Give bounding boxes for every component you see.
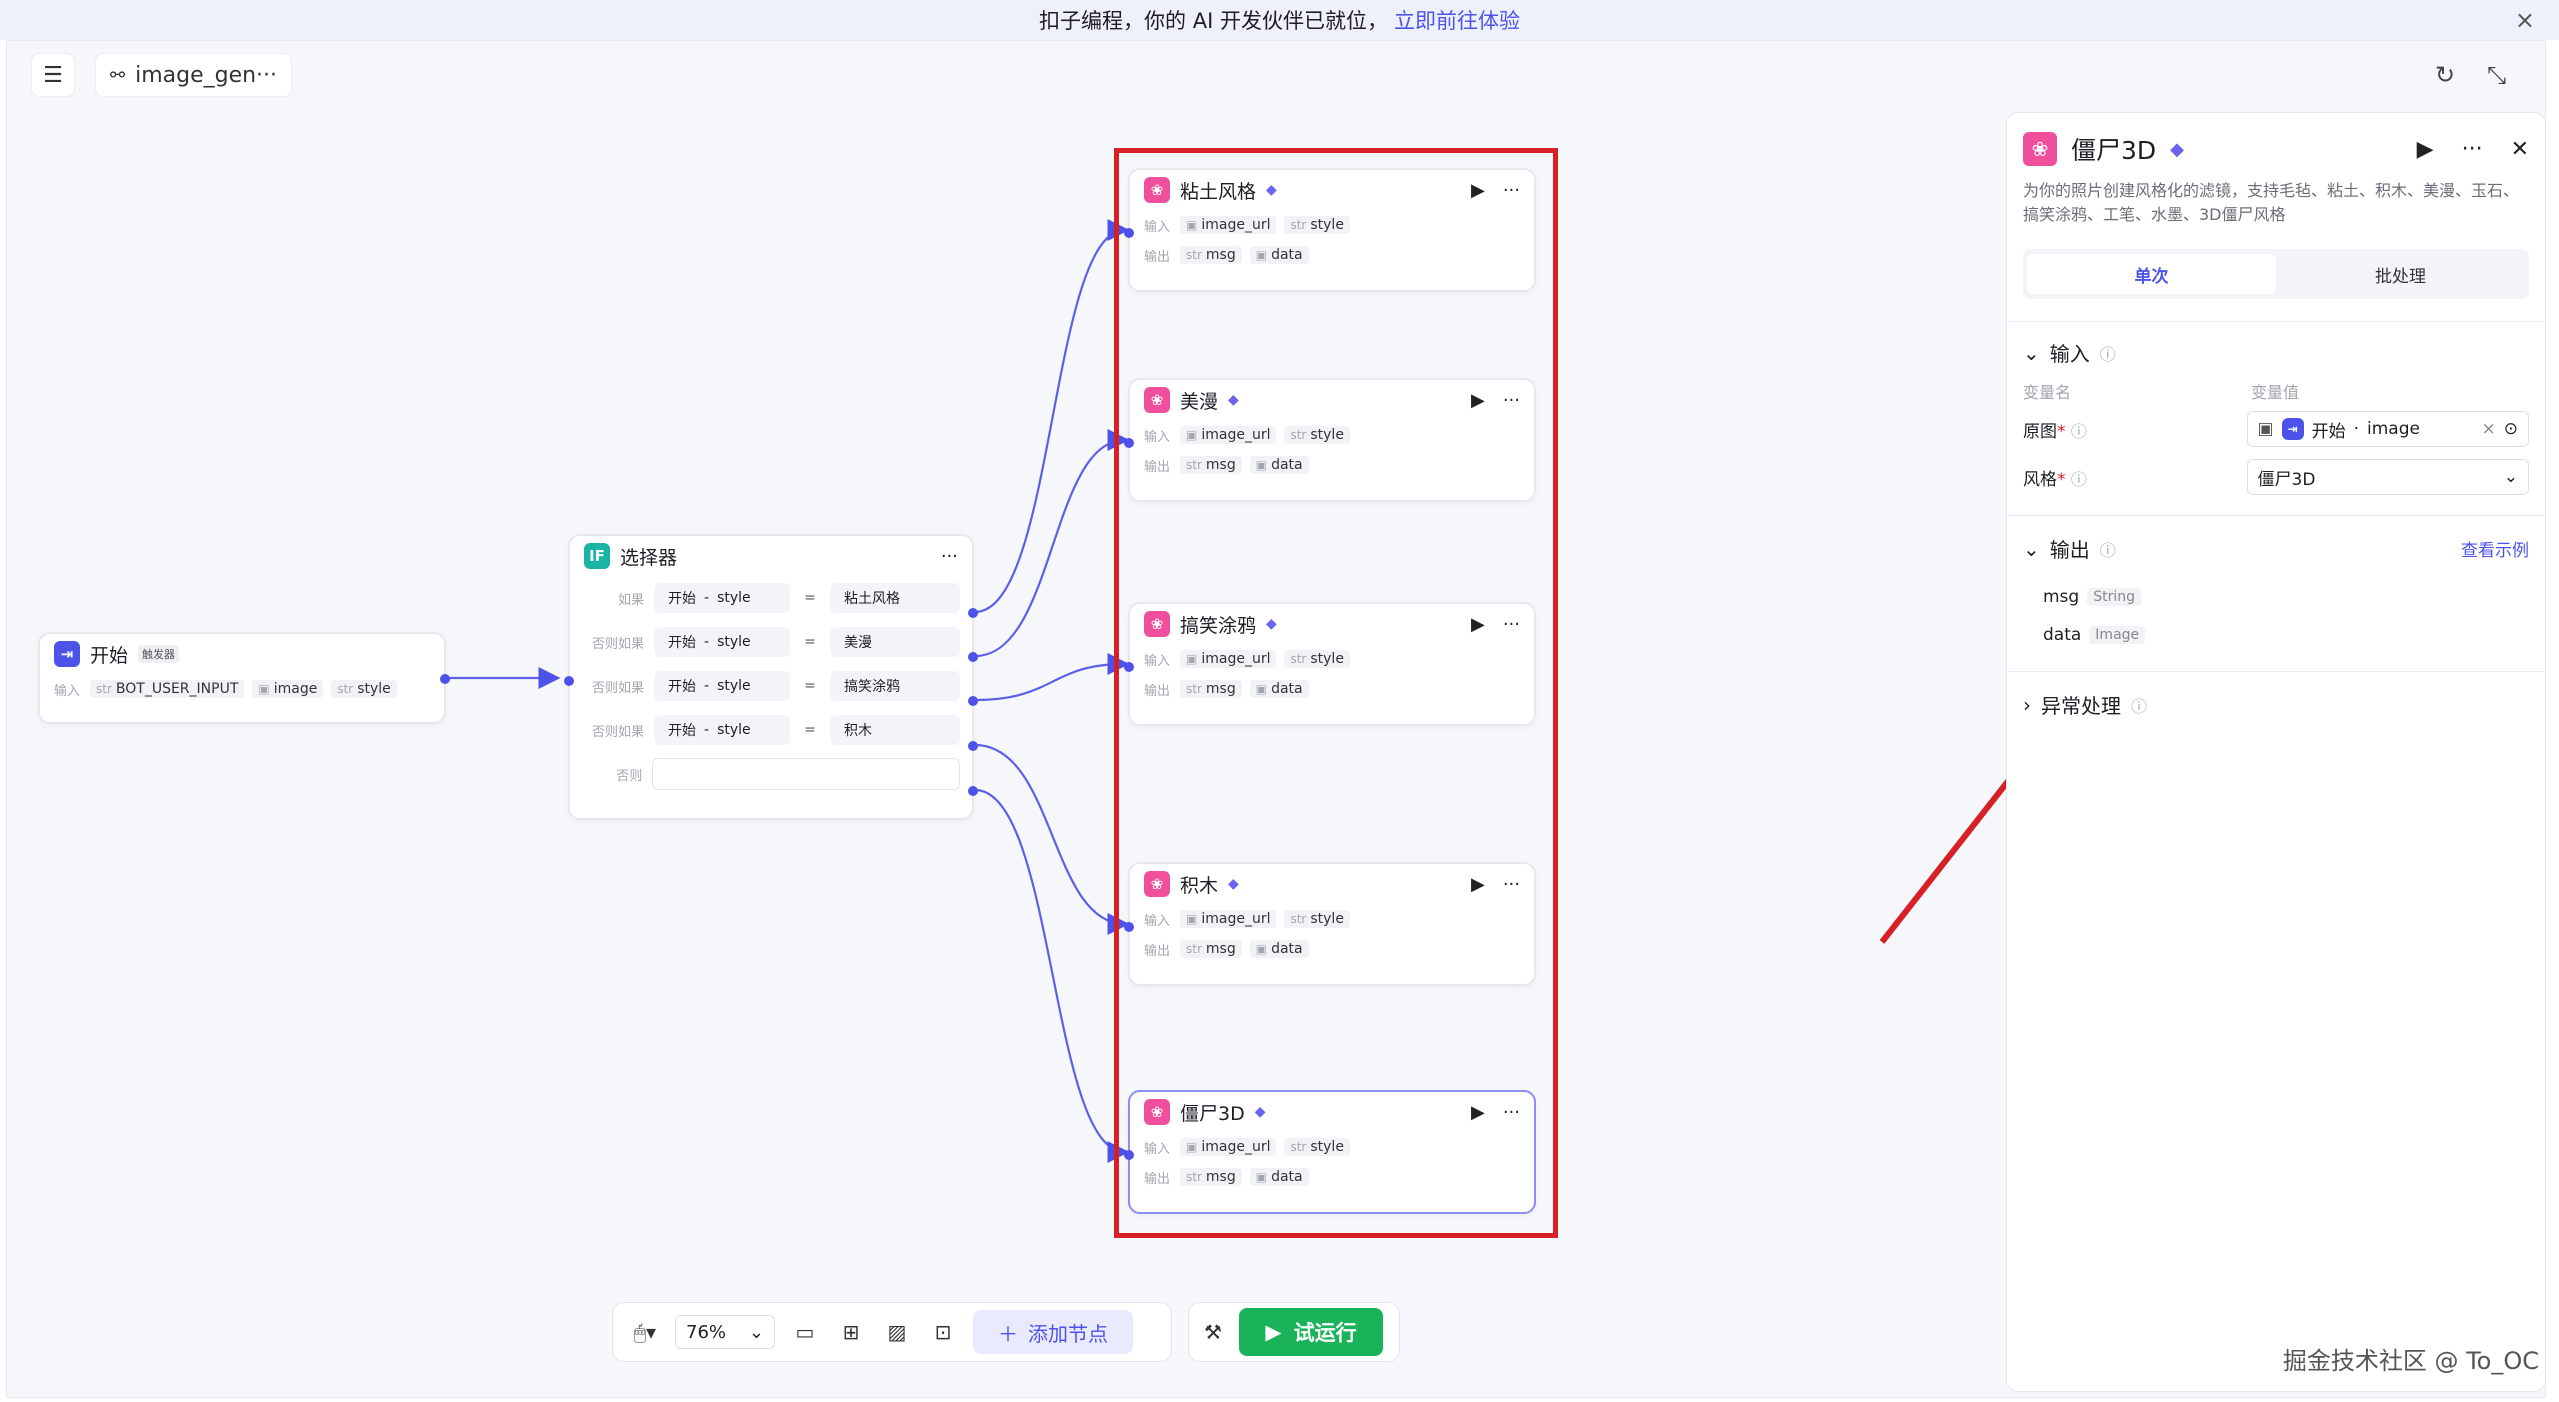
output-item: msg String	[2007, 587, 2545, 607]
if-icon: IF	[584, 543, 610, 569]
info-icon: ⓘ	[2099, 540, 2116, 560]
output-section-header[interactable]: ⌄ 输出 ⓘ 查看示例	[2007, 534, 2545, 563]
output-port[interactable]	[440, 674, 450, 684]
condition-row: 否则如果 开始 - style = 美漫	[570, 620, 972, 664]
panel-title: 僵尸3D	[2071, 136, 2157, 165]
close-icon[interactable]: ✕	[2511, 137, 2529, 162]
zoom-select[interactable]: 76% ⌄	[675, 1315, 775, 1349]
more-icon[interactable]: ···	[2462, 137, 2483, 162]
add-node-button[interactable]: ＋添加节点	[973, 1310, 1133, 1354]
start-icon: ⇥	[2281, 418, 2304, 440]
start-node[interactable]: ⇥ 开始 触发器 输入 str BOT_USER_INPUT ▣ image str…	[38, 632, 450, 724]
comment-icon[interactable]: ▭	[789, 1320, 821, 1344]
output-item: data Image	[2007, 625, 2545, 645]
canvas-toolbar: 🖱▾ 76% ⌄ ▭ ⊞ ▨ ⊡ ＋添加节点	[612, 1302, 1172, 1362]
view-example-link[interactable]: 查看示例	[2461, 536, 2529, 561]
chevron-right-icon: ›	[2023, 692, 2031, 717]
edge-branch-else	[974, 788, 1130, 1163]
image-type-icon: ▣	[258, 682, 270, 696]
style-select[interactable]: 僵尸3D ⌄	[2246, 459, 2529, 495]
branch-port[interactable]	[968, 786, 978, 796]
target-icon[interactable]: ⊙	[2504, 419, 2518, 439]
chevron-down-icon: ⌄	[748, 1321, 764, 1343]
field-label-style: 风格* ⓘ	[2023, 469, 2087, 490]
selector-node-title: 选择器	[620, 546, 678, 569]
condition-row: 如果 开始 - style = 粘土风格	[570, 576, 972, 620]
tab-batch[interactable]: 批处理	[2276, 254, 2525, 294]
col-var-name: 变量名	[2023, 383, 2072, 402]
run-node-icon[interactable]: ▶	[2417, 137, 2434, 162]
else-row: 否则	[570, 752, 972, 796]
field-label-original: 原图* ⓘ	[2023, 421, 2087, 442]
branch-port[interactable]	[968, 696, 978, 706]
mode-tabs: 单次 批处理	[2023, 249, 2529, 299]
highlight-box-nodes	[1114, 148, 1558, 1238]
info-icon: ⓘ	[2131, 696, 2148, 716]
start-node-title: 开始	[90, 644, 129, 667]
image-type-icon: ▣	[2257, 419, 2274, 439]
branch-port[interactable]	[968, 608, 978, 618]
minimap-icon[interactable]: ▨	[881, 1320, 913, 1344]
chevron-down-icon: ⌄	[2023, 536, 2040, 561]
panel-description: 为你的照片创建风格化的滤镜，支持毛毡、粘土、积木、美漫、玉石、搞笑涂鸦、工笔、水…	[2023, 181, 2520, 224]
chevron-down-icon: ⌄	[2503, 467, 2518, 487]
plugin-icon: ❀	[2023, 132, 2057, 166]
gem-icon: ◆	[2170, 138, 2185, 160]
info-icon: ⓘ	[2099, 344, 2116, 364]
edge-branch-3	[974, 653, 1130, 702]
condition-row: 否则如果 开始 - style = 积木	[570, 708, 972, 752]
run-toolbar: ⚒ ▶ 试运行	[1188, 1302, 1400, 1362]
branch-port[interactable]	[968, 741, 978, 751]
exception-section-header[interactable]: › 异常处理 ⓘ	[2007, 690, 2545, 719]
param-tag: ▣ image	[252, 680, 324, 698]
input-section-header[interactable]: ⌄ 输入 ⓘ	[2007, 338, 2545, 367]
edge-branch-2	[974, 429, 1130, 658]
param-tag: str style	[331, 680, 397, 698]
node-detail-panel: ❀ 僵尸3D ◆ ▶ ··· ✕ 为你的照片创建风格化的滤镜，支持毛毡、粘土、积…	[2006, 112, 2546, 1392]
edge-branch-4	[974, 743, 1130, 935]
original-image-ref-field[interactable]: ▣ ⇥ 开始 · image × ⊙	[2246, 411, 2529, 447]
condition-row: 否则如果 开始 - style = 搞笑涂鸦	[570, 664, 972, 708]
param-tag: str BOT_USER_INPUT	[90, 680, 245, 698]
test-run-button[interactable]: ▶ 试运行	[1239, 1308, 1383, 1356]
chevron-down-icon: ⌄	[2023, 340, 2040, 365]
more-icon[interactable]: ···	[941, 546, 958, 567]
play-icon: ▶	[1265, 1320, 1282, 1344]
watermark: 掘金技术社区 @ To_OC	[2282, 1347, 2539, 1375]
trigger-badge: 触发器	[138, 645, 180, 663]
selector-node[interactable]: IF 选择器 ··· 如果 开始 - style = 粘土风格 否则如果 开始 - st…	[564, 534, 978, 820]
tab-single[interactable]: 单次	[2027, 254, 2276, 294]
wrench-icon[interactable]: ⚒	[1197, 1320, 1229, 1344]
branch-port[interactable]	[968, 652, 978, 662]
image-icon[interactable]: ⊡	[927, 1320, 959, 1344]
clear-icon[interactable]: ×	[2482, 419, 2496, 439]
mouse-mode-icon[interactable]: 🖱▾	[629, 1320, 661, 1344]
start-icon: ⇥	[54, 641, 80, 667]
layout-icon[interactable]: ⊞	[835, 1320, 867, 1344]
input-label: 输入	[54, 683, 81, 699]
col-var-value: 变量值	[2251, 383, 2300, 402]
input-port[interactable]	[564, 676, 574, 686]
